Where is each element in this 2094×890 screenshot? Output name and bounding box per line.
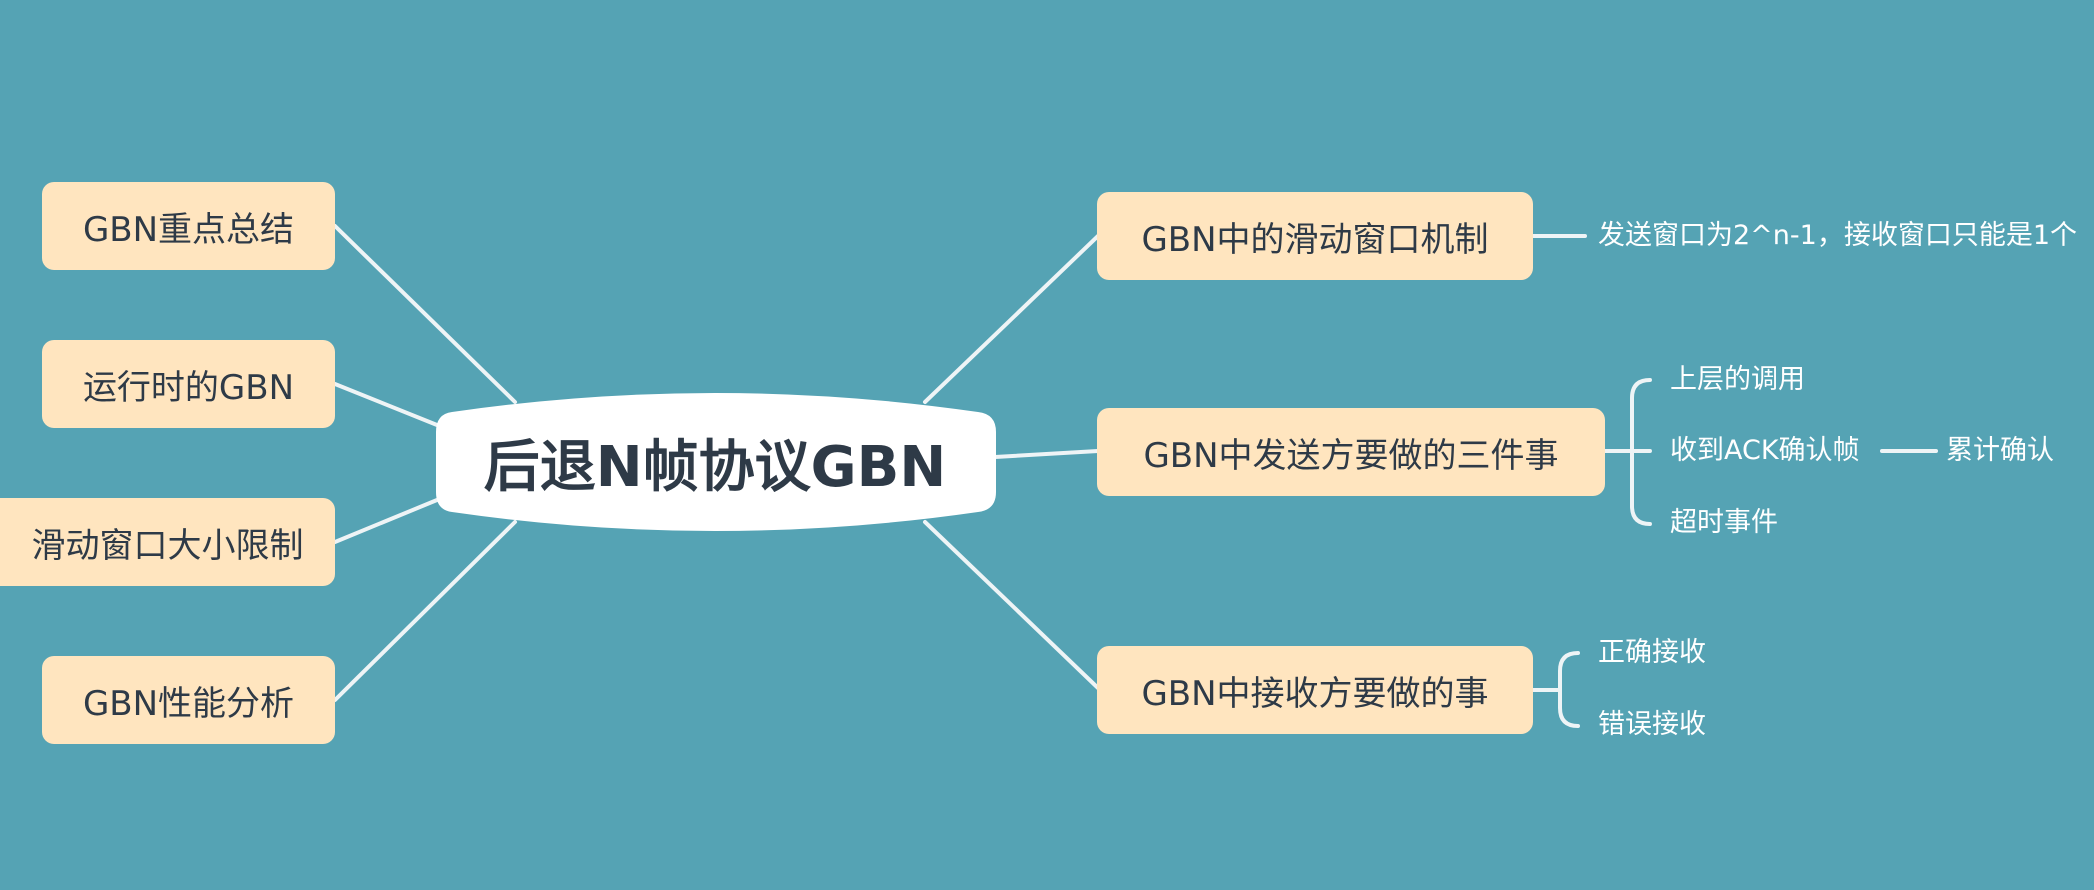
bracket-receiver xyxy=(1531,651,1580,728)
connector-left-4 xyxy=(333,520,517,702)
leaf-cumulative-ack[interactable]: 累计确认 xyxy=(1946,433,2054,469)
leaf-correct-receive[interactable]: 正确接收 xyxy=(1598,635,1706,671)
leaf-window-sizes[interactable]: 发送窗口为2^n-1，接收窗口只能是1个 xyxy=(1598,218,2077,254)
topic-receiver-tasks[interactable]: GBN中接收方要做的事 xyxy=(1097,646,1533,734)
topic-gbn-runtime[interactable]: 运行时的GBN xyxy=(42,340,335,428)
bracket-sender xyxy=(1603,378,1652,526)
connector-left-2 xyxy=(333,382,439,427)
leaf-upper-layer-call[interactable]: 上层的调用 xyxy=(1670,362,1805,398)
connector-right-3 xyxy=(923,520,1100,690)
connector-left-1 xyxy=(333,224,517,404)
topic-sliding-window[interactable]: GBN中的滑动窗口机制 xyxy=(1097,192,1533,280)
mind-map: 后退N帧协议GBN GBN重点总结 运行时的GBN 滑动窗口大小限制 GBN性能… xyxy=(0,0,2094,890)
leaf-error-receive[interactable]: 错误接收 xyxy=(1598,707,1706,743)
leaf-ack-received[interactable]: 收到ACK确认帧 xyxy=(1670,433,1860,469)
central-topic[interactable]: 后退N帧协议GBN xyxy=(435,412,995,512)
topic-window-size-limit[interactable]: 滑动窗口大小限制 xyxy=(0,498,335,586)
connector-right-1 xyxy=(923,234,1100,404)
connector-left-3 xyxy=(333,498,439,544)
topic-sender-tasks[interactable]: GBN中发送方要做的三件事 xyxy=(1097,408,1605,496)
topic-gbn-performance[interactable]: GBN性能分析 xyxy=(42,656,335,744)
connector-right-2 xyxy=(993,449,1100,459)
topic-gbn-summary[interactable]: GBN重点总结 xyxy=(42,182,335,270)
leaf-timeout-event[interactable]: 超时事件 xyxy=(1670,505,1778,541)
